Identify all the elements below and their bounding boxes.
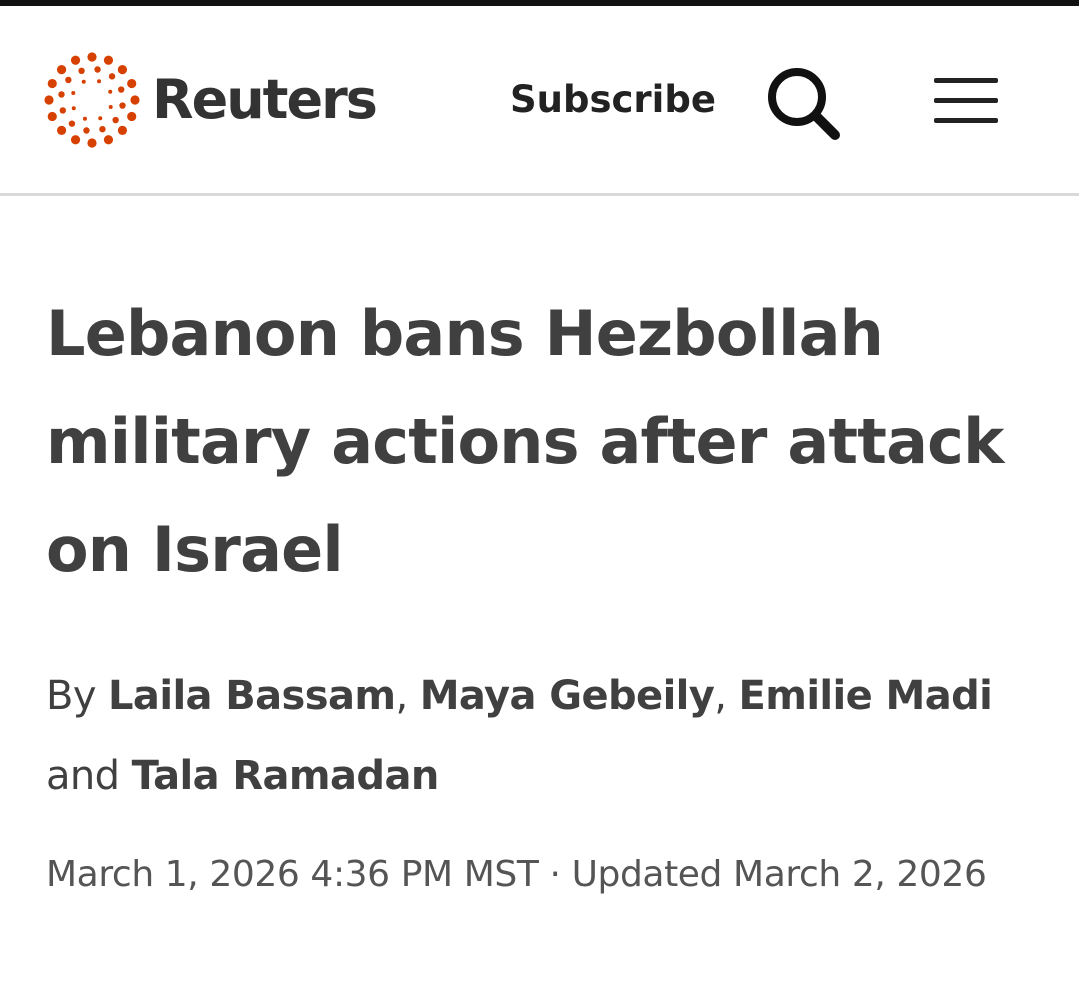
logo-dot bbox=[47, 78, 57, 89]
logo-dot bbox=[59, 107, 67, 114]
logo-dot bbox=[117, 64, 128, 75]
logo-dot bbox=[99, 125, 106, 133]
logo-dot bbox=[108, 89, 113, 94]
article-headline: Lebanon bans Hezbollah military actions … bbox=[46, 297, 1004, 586]
search-icon bbox=[768, 68, 840, 140]
logo-dot bbox=[127, 78, 137, 89]
article-dateline: March 1, 2026 4:36 PM MST · Updated Marc… bbox=[46, 842, 1056, 908]
logo-dot bbox=[70, 135, 81, 145]
hamburger-menu-icon-bar bbox=[934, 98, 998, 103]
logo-dot bbox=[97, 79, 102, 84]
reuters-logo[interactable]: Reuters bbox=[44, 52, 378, 148]
logo-dot bbox=[103, 135, 114, 145]
logo-dot bbox=[71, 90, 76, 95]
brand-name: Reuters bbox=[152, 68, 378, 131]
logo-dot bbox=[44, 95, 54, 105]
search-button[interactable] bbox=[764, 64, 844, 144]
logo-dot bbox=[108, 105, 113, 110]
byline-separator: , bbox=[395, 673, 408, 719]
logo-dot bbox=[108, 73, 116, 80]
byline-conjunction: and bbox=[46, 753, 120, 799]
logo-dot bbox=[82, 116, 87, 121]
logo-dot bbox=[70, 55, 81, 65]
logo-dot bbox=[117, 125, 128, 136]
logo-dot bbox=[87, 52, 97, 62]
logo-dot bbox=[112, 116, 119, 124]
logo-dot bbox=[78, 67, 85, 75]
logo-dot bbox=[81, 79, 86, 84]
logo-dot bbox=[56, 64, 67, 75]
logo-dot bbox=[58, 91, 65, 98]
logo-dot bbox=[83, 127, 90, 134]
logo-dot bbox=[87, 138, 97, 148]
logo-dot bbox=[47, 111, 57, 122]
author-link[interactable]: Tala Ramadan bbox=[132, 753, 440, 799]
subscribe-button[interactable]: Subscribe bbox=[510, 78, 716, 122]
logo-dot bbox=[94, 66, 101, 73]
author-link[interactable]: Maya Gebeily bbox=[420, 673, 715, 719]
logo-dot bbox=[117, 86, 125, 93]
logo-dot bbox=[65, 76, 72, 84]
menu-button[interactable] bbox=[930, 76, 1002, 126]
author-link[interactable]: Emilie Madi bbox=[739, 673, 993, 719]
site-header: Reuters Subscribe bbox=[0, 6, 1079, 196]
updated-time: Updated March 2, 2026 bbox=[571, 854, 987, 895]
logo-dot bbox=[119, 102, 126, 109]
logo-dot bbox=[103, 55, 114, 65]
reuters-logo-icon bbox=[44, 52, 140, 148]
published-time: March 1, 2026 4:36 PM MST bbox=[46, 854, 539, 895]
logo-dot bbox=[56, 125, 67, 136]
byline-separator: , bbox=[714, 673, 727, 719]
hamburger-menu-icon-bar bbox=[934, 118, 998, 123]
author-link[interactable]: Laila Bassam bbox=[108, 673, 396, 719]
logo-dot bbox=[98, 116, 103, 121]
dateline-separator: · bbox=[549, 854, 561, 895]
logo-dot bbox=[130, 95, 140, 105]
logo-dot bbox=[127, 111, 137, 122]
article-byline: By Laila Bassam, Maya Gebeily, Emilie Ma… bbox=[46, 656, 1046, 816]
logo-dot bbox=[68, 120, 76, 127]
logo-dot bbox=[71, 106, 76, 111]
hamburger-menu-icon bbox=[934, 78, 998, 83]
byline-prefix: By bbox=[46, 673, 97, 719]
